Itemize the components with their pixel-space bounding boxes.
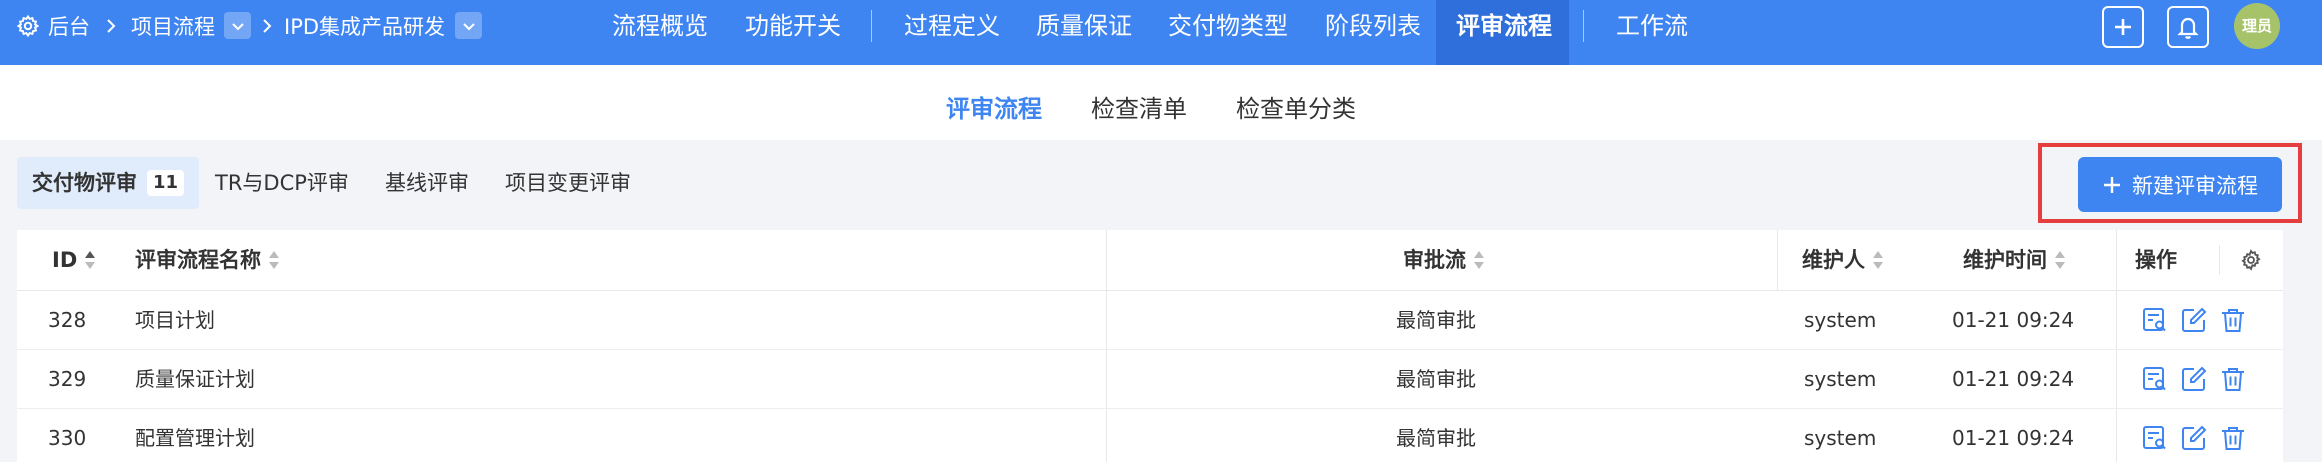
subtab-review-process[interactable]: 评审流程: [946, 89, 1042, 124]
sub-tab-bar: 评审流程 检查清单 检查单分类: [0, 65, 2322, 140]
bell-icon: [2177, 17, 2199, 39]
top-navbar: 后台 项目流程 IPD集成产品研发 流程概览 功能开关 过程定义 质量保证 交付…: [0, 0, 2322, 65]
cell-approval: 最简审批: [1396, 426, 1476, 450]
product-dropdown-toggle[interactable]: [455, 12, 482, 39]
nav-review-process[interactable]: 评审流程: [1456, 0, 1552, 52]
project-dropdown-toggle[interactable]: [224, 12, 251, 39]
column-header-name[interactable]: 评审流程名称: [135, 230, 281, 290]
column-header-actions: 操作: [2135, 248, 2177, 272]
header-label: 维护时间: [1963, 248, 2047, 272]
tab-deliverable-review[interactable]: 交付物评审 11: [17, 157, 200, 209]
chevron-right-icon: [107, 19, 116, 33]
view-icon[interactable]: [2141, 365, 2169, 393]
nav-divider: [871, 10, 872, 42]
sort-icon[interactable]: [83, 249, 97, 271]
column-divider: [2219, 245, 2220, 275]
edit-icon[interactable]: [2180, 424, 2208, 452]
tab-tr-dcp-review[interactable]: TR与DCP评审: [200, 157, 364, 209]
tab-baseline-review[interactable]: 基线评审: [370, 157, 484, 209]
tab-label: 交付物评审: [32, 171, 137, 195]
column-header-approval[interactable]: 审批流: [1403, 230, 1486, 290]
plus-icon: [2115, 19, 2131, 35]
settings-icon[interactable]: [2239, 248, 2263, 272]
breadcrumb-home[interactable]: 后台: [48, 0, 90, 52]
column-divider: [1777, 230, 1778, 290]
sort-icon[interactable]: [1871, 249, 1885, 271]
cell-id: 328: [48, 308, 87, 332]
cell-time: 01-21 09:24: [1952, 367, 2075, 391]
nav-workflow[interactable]: 工作流: [1616, 0, 1688, 52]
delete-icon[interactable]: [2219, 306, 2247, 334]
nav-feature-switch[interactable]: 功能开关: [745, 0, 841, 52]
cell-maintainer: system: [1804, 308, 1877, 332]
sort-icon[interactable]: [267, 249, 281, 271]
review-process-table: ID 评审流程名称 审批流 维护人 维护时间 操作 328 项目计划 最简审批 …: [17, 230, 2283, 462]
table-row[interactable]: 330 配置管理计划 最简审批 system 01-21 09:24: [17, 409, 2283, 462]
count-badge: 11: [147, 170, 185, 196]
chevron-down-icon: [462, 22, 475, 30]
header-label: 维护人: [1802, 248, 1865, 272]
new-button-label: 新建评审流程: [2132, 173, 2258, 198]
avatar[interactable]: 理员: [2234, 3, 2280, 49]
sort-icon[interactable]: [1472, 249, 1486, 271]
breadcrumb-project[interactable]: 项目流程: [131, 0, 215, 52]
cell-approval: 最简审批: [1396, 367, 1476, 391]
table-row[interactable]: 328 项目计划 最简审批 system 01-21 09:24: [17, 291, 2283, 350]
column-header-id[interactable]: ID: [52, 230, 97, 290]
edit-icon[interactable]: [2180, 365, 2208, 393]
new-review-process-button[interactable]: 新建评审流程: [2078, 157, 2282, 212]
cell-time: 01-21 09:24: [1952, 308, 2075, 332]
add-button[interactable]: [2102, 6, 2144, 48]
cell-maintainer: system: [1804, 426, 1877, 450]
tab-project-change-review[interactable]: 项目变更评审: [490, 157, 646, 209]
nav-deliverable-types[interactable]: 交付物类型: [1168, 0, 1288, 52]
cell-name[interactable]: 质量保证计划: [135, 350, 255, 409]
sort-icon[interactable]: [2053, 249, 2067, 271]
header-label: 审批流: [1403, 248, 1466, 272]
nav-phase-list[interactable]: 阶段列表: [1325, 0, 1421, 52]
edit-icon[interactable]: [2180, 306, 2208, 334]
header-label: ID: [52, 248, 78, 272]
chevron-right-icon: [263, 19, 272, 33]
delete-icon[interactable]: [2219, 424, 2247, 452]
nav-divider: [1583, 10, 1584, 42]
chevron-down-icon: [231, 22, 244, 30]
column-header-maintainer[interactable]: 维护人: [1802, 230, 1885, 290]
nav-quality-assurance[interactable]: 质量保证: [1036, 0, 1132, 52]
cell-maintainer: system: [1804, 367, 1877, 391]
breadcrumb-product[interactable]: IPD集成产品研发: [284, 0, 445, 52]
header-label: 评审流程名称: [135, 248, 261, 272]
gear-icon[interactable]: [16, 14, 40, 38]
cell-name[interactable]: 配置管理计划: [135, 409, 255, 462]
subtab-checklist[interactable]: 检查清单: [1091, 89, 1187, 124]
view-icon[interactable]: [2141, 424, 2169, 452]
nav-process-overview[interactable]: 流程概览: [612, 0, 708, 52]
delete-icon[interactable]: [2219, 365, 2247, 393]
notifications-button[interactable]: [2167, 6, 2209, 48]
cell-name[interactable]: 项目计划: [135, 291, 215, 350]
subtab-checklist-category[interactable]: 检查单分类: [1236, 89, 1356, 124]
plus-icon: [2104, 176, 2120, 193]
column-header-time[interactable]: 维护时间: [1963, 230, 2067, 290]
nav-process-definition[interactable]: 过程定义: [904, 0, 1000, 52]
table-row[interactable]: 329 质量保证计划 最简审批 system 01-21 09:24: [17, 350, 2283, 409]
cell-time: 01-21 09:24: [1952, 426, 2075, 450]
cell-id: 329: [48, 367, 87, 391]
cell-id: 330: [48, 426, 87, 450]
cell-approval: 最简审批: [1396, 308, 1476, 332]
view-icon[interactable]: [2141, 306, 2169, 334]
